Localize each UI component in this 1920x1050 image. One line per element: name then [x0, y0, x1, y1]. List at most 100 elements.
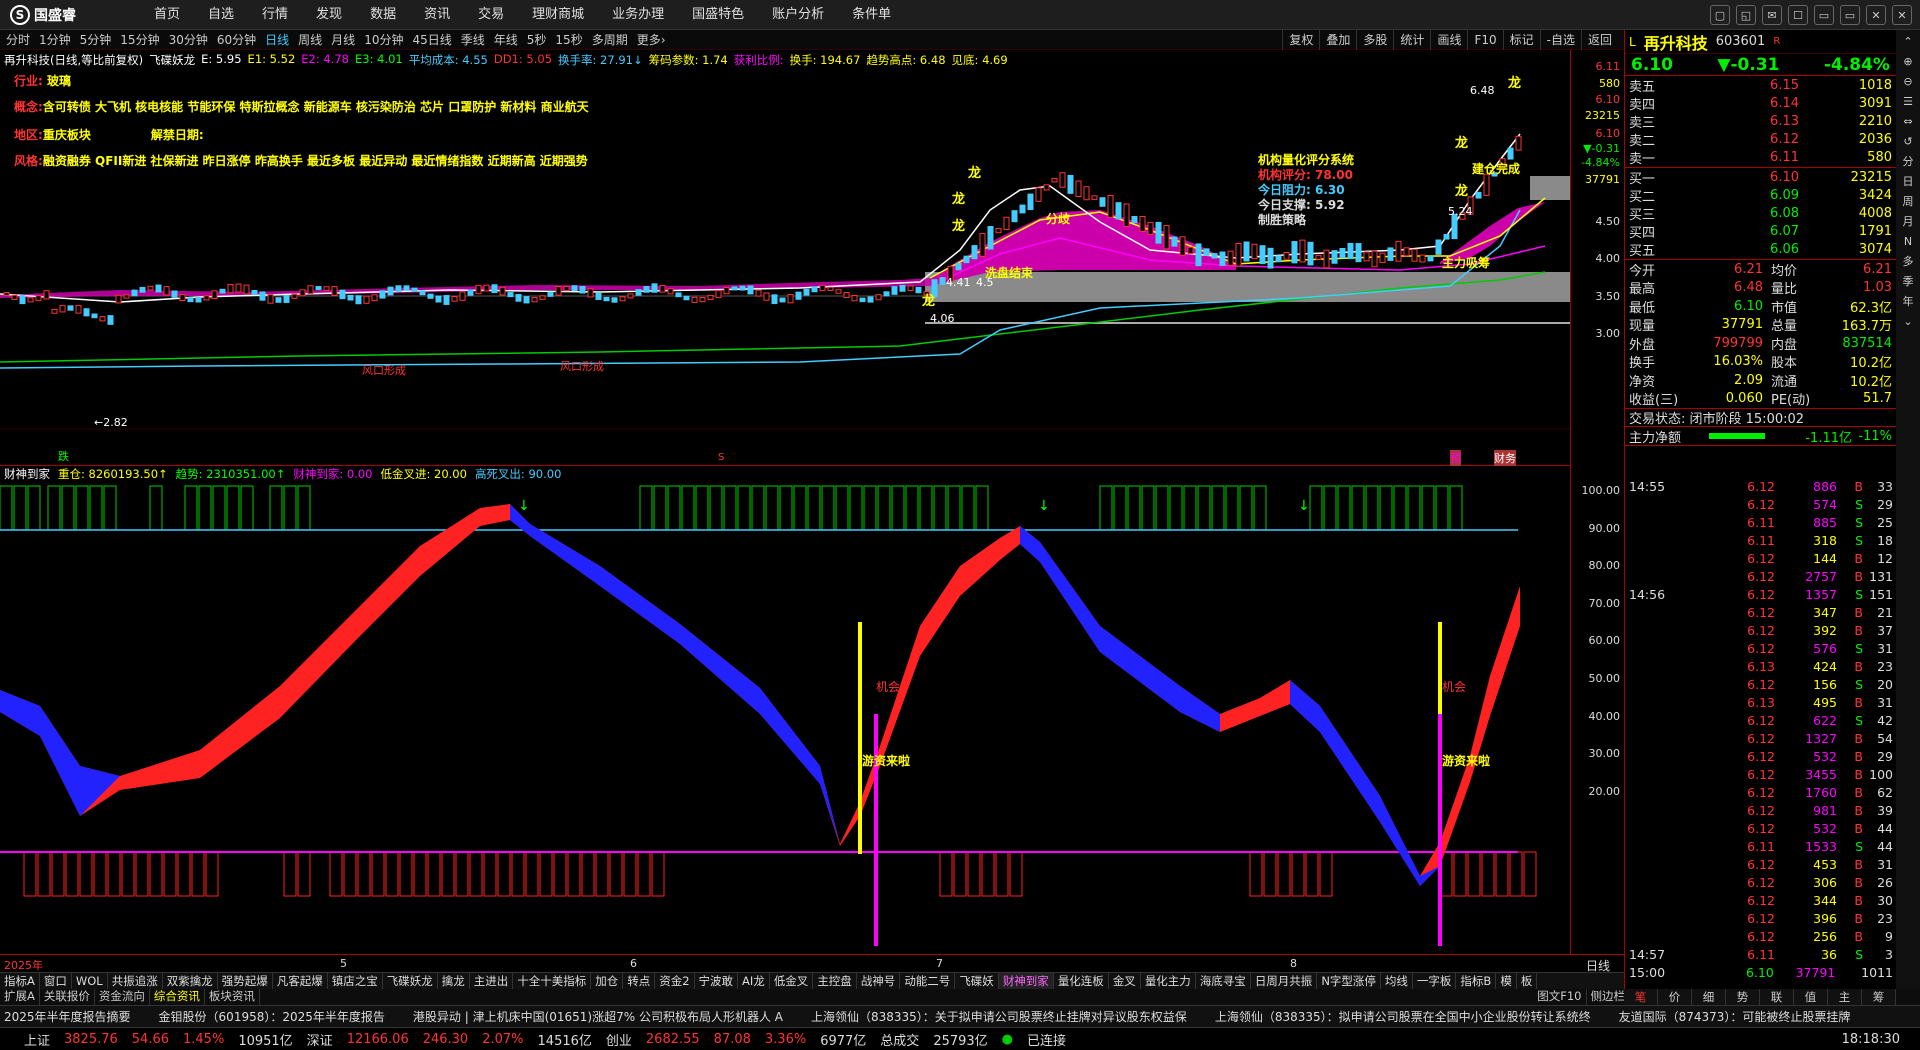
tool-0[interactable]: 复权: [1282, 30, 1319, 50]
quote-tab-5[interactable]: 值: [1794, 989, 1828, 1005]
cy-label[interactable]: 创业: [606, 1030, 632, 1049]
quote-tab-3[interactable]: 势: [1726, 989, 1760, 1005]
menu-2[interactable]: 行情: [248, 0, 302, 30]
side-btn-10[interactable]: N: [1904, 234, 1912, 250]
indicator-tab-28[interactable]: N字型涨停: [1317, 973, 1381, 989]
menu-8[interactable]: 业务办理: [598, 0, 678, 30]
quote-tab-4[interactable]: 联: [1760, 989, 1794, 1005]
news-item[interactable]: 上海领仙（838335）：关于拟申请公司股票终止挂牌对异议股东权益保: [811, 1006, 1187, 1027]
tool-4[interactable]: 画线: [1430, 30, 1467, 50]
menu-6[interactable]: 交易: [464, 0, 518, 30]
period-2[interactable]: 5分钟: [80, 30, 112, 50]
bid-price[interactable]: 6.10: [1689, 170, 1799, 185]
window-control-icon-1[interactable]: ◱: [1736, 5, 1756, 25]
indicator-tab-1[interactable]: 窗口: [40, 973, 72, 989]
period-5[interactable]: 60分钟: [217, 30, 256, 50]
indicator-tab-15[interactable]: 宁波敢: [695, 973, 739, 989]
period-14[interactable]: 15秒: [555, 30, 582, 50]
bid-price[interactable]: 6.06: [1689, 242, 1799, 257]
ask-price[interactable]: 6.15: [1689, 78, 1799, 93]
indicator-tab-30[interactable]: 一字板: [1413, 973, 1457, 989]
indicator-tab-13[interactable]: 转点: [623, 973, 656, 989]
tool-3[interactable]: 统计: [1393, 30, 1430, 50]
tool-6[interactable]: 标记: [1502, 30, 1540, 50]
period-16[interactable]: 更多›: [637, 30, 666, 50]
quote-tab-1[interactable]: 价: [1658, 989, 1692, 1005]
indicator-tab-27[interactable]: 日周月共振: [1251, 973, 1318, 989]
news-item[interactable]: 上海领仙（838335）：拟申请公司股票在全国中小企业股份转让系统终: [1215, 1006, 1591, 1027]
window-control-icon-7[interactable]: ✕: [1892, 5, 1912, 25]
window-control-icon-6[interactable]: ✕: [1866, 5, 1886, 25]
side-btn-1[interactable]: ⊕: [1903, 54, 1912, 70]
bid-price[interactable]: 6.09: [1689, 188, 1799, 203]
ask-price[interactable]: 6.12: [1689, 132, 1799, 147]
period-4[interactable]: 30分钟: [169, 30, 208, 50]
indicator-tab-6[interactable]: 凡客起爆: [273, 973, 328, 989]
menu-10[interactable]: 账户分析: [758, 0, 838, 30]
period-6[interactable]: 日线: [265, 30, 289, 50]
side-btn-14[interactable]: ⌄: [1903, 314, 1912, 330]
side-btn-3[interactable]: ☰: [1903, 94, 1913, 110]
period-12[interactable]: 年线: [494, 30, 518, 50]
ask-price[interactable]: 6.13: [1689, 114, 1799, 129]
side-btn-0[interactable]: ⌃: [1903, 34, 1912, 50]
indicator-tab-10[interactable]: 主进出: [470, 973, 514, 989]
indicator-tab-19[interactable]: 战神号: [857, 973, 901, 989]
indicator-tab-0[interactable]: 指标A: [0, 973, 40, 989]
indicator-tab-23[interactable]: 量化连板: [1054, 973, 1109, 989]
sub-indicator-chart[interactable]: ↓ ↓ ↓ 机会 游资来啦 机会 游资来啦: [0, 466, 1570, 954]
indicator-tab-22[interactable]: 财神到家: [998, 973, 1054, 989]
right-tab-0[interactable]: 图文F10: [1533, 989, 1587, 1005]
indicator-tab-24[interactable]: 金叉: [1109, 973, 1141, 989]
sz-label[interactable]: 深证: [307, 1030, 333, 1049]
menu-11[interactable]: 条件单: [838, 0, 905, 30]
tool-8[interactable]: 返回: [1580, 30, 1618, 50]
quote-tab-2[interactable]: 细: [1692, 989, 1726, 1005]
indicator-tab-8[interactable]: 飞碟妖龙: [383, 973, 438, 989]
bottom-tab-1[interactable]: 关联报价: [40, 989, 95, 1005]
quote-tab-7[interactable]: 筹: [1862, 989, 1896, 1005]
period-10[interactable]: 45日线: [412, 30, 451, 50]
news-item[interactable]: 港股异动 | 津上机床中国(01651)涨超7% 公司积极布局人形机器人 A: [413, 1006, 783, 1027]
side-btn-5[interactable]: ↺: [1903, 134, 1912, 150]
window-control-icon-0[interactable]: ▢: [1710, 5, 1730, 25]
indicator-tab-31[interactable]: 指标B: [1456, 973, 1497, 989]
indicator-tab-33[interactable]: 板: [1517, 973, 1538, 989]
indicator-tab-16[interactable]: AI龙: [738, 973, 770, 989]
period-0[interactable]: 分时: [6, 30, 30, 50]
side-btn-9[interactable]: 月: [1903, 214, 1914, 230]
side-btn-11[interactable]: 多: [1903, 254, 1914, 270]
indicator-tab-4[interactable]: 双紫擒龙: [163, 973, 218, 989]
indicator-tab-20[interactable]: 动能二号: [900, 973, 956, 989]
news-item[interactable]: 友道国际（874373）：可能被终止股票挂牌: [1619, 1006, 1851, 1027]
window-control-icon-4[interactable]: ▭: [1814, 5, 1834, 25]
bottom-tab-0[interactable]: 扩展A: [0, 989, 40, 1005]
side-btn-4[interactable]: ⇔: [1903, 114, 1912, 130]
tool-1[interactable]: 叠加: [1319, 30, 1356, 50]
indicator-tab-18[interactable]: 主控盘: [813, 973, 857, 989]
ask-price[interactable]: 6.11: [1689, 150, 1799, 165]
period-13[interactable]: 5秒: [527, 30, 547, 50]
tool-7[interactable]: -自选: [1539, 30, 1581, 50]
sh-label[interactable]: 上证: [24, 1030, 50, 1049]
indicator-tab-9[interactable]: 擒龙: [438, 973, 470, 989]
indicator-tab-14[interactable]: 资金2: [655, 973, 695, 989]
window-control-icon-2[interactable]: ✉: [1762, 5, 1782, 25]
bottom-tab-2[interactable]: 资金流向: [95, 989, 150, 1005]
bid-price[interactable]: 6.08: [1689, 206, 1799, 221]
tool-5[interactable]: F10: [1467, 30, 1502, 50]
indicator-tab-26[interactable]: 海底寻宝: [1196, 973, 1251, 989]
menu-4[interactable]: 数据: [356, 0, 410, 30]
side-btn-7[interactable]: 日: [1903, 174, 1914, 190]
side-btn-13[interactable]: 年: [1903, 294, 1914, 310]
window-control-icon-3[interactable]: ☐: [1788, 5, 1808, 25]
menu-7[interactable]: 理财商城: [518, 0, 598, 30]
bottom-tab-3[interactable]: 综合资讯: [150, 989, 205, 1005]
period-11[interactable]: 季线: [461, 30, 485, 50]
period-15[interactable]: 多周期: [592, 30, 628, 50]
period-9[interactable]: 10分钟: [364, 30, 403, 50]
side-btn-8[interactable]: 周: [1903, 194, 1914, 210]
indicator-tab-2[interactable]: WOL: [72, 973, 108, 989]
indicator-tab-17[interactable]: 低金叉: [770, 973, 814, 989]
bid-price[interactable]: 6.07: [1689, 224, 1799, 239]
